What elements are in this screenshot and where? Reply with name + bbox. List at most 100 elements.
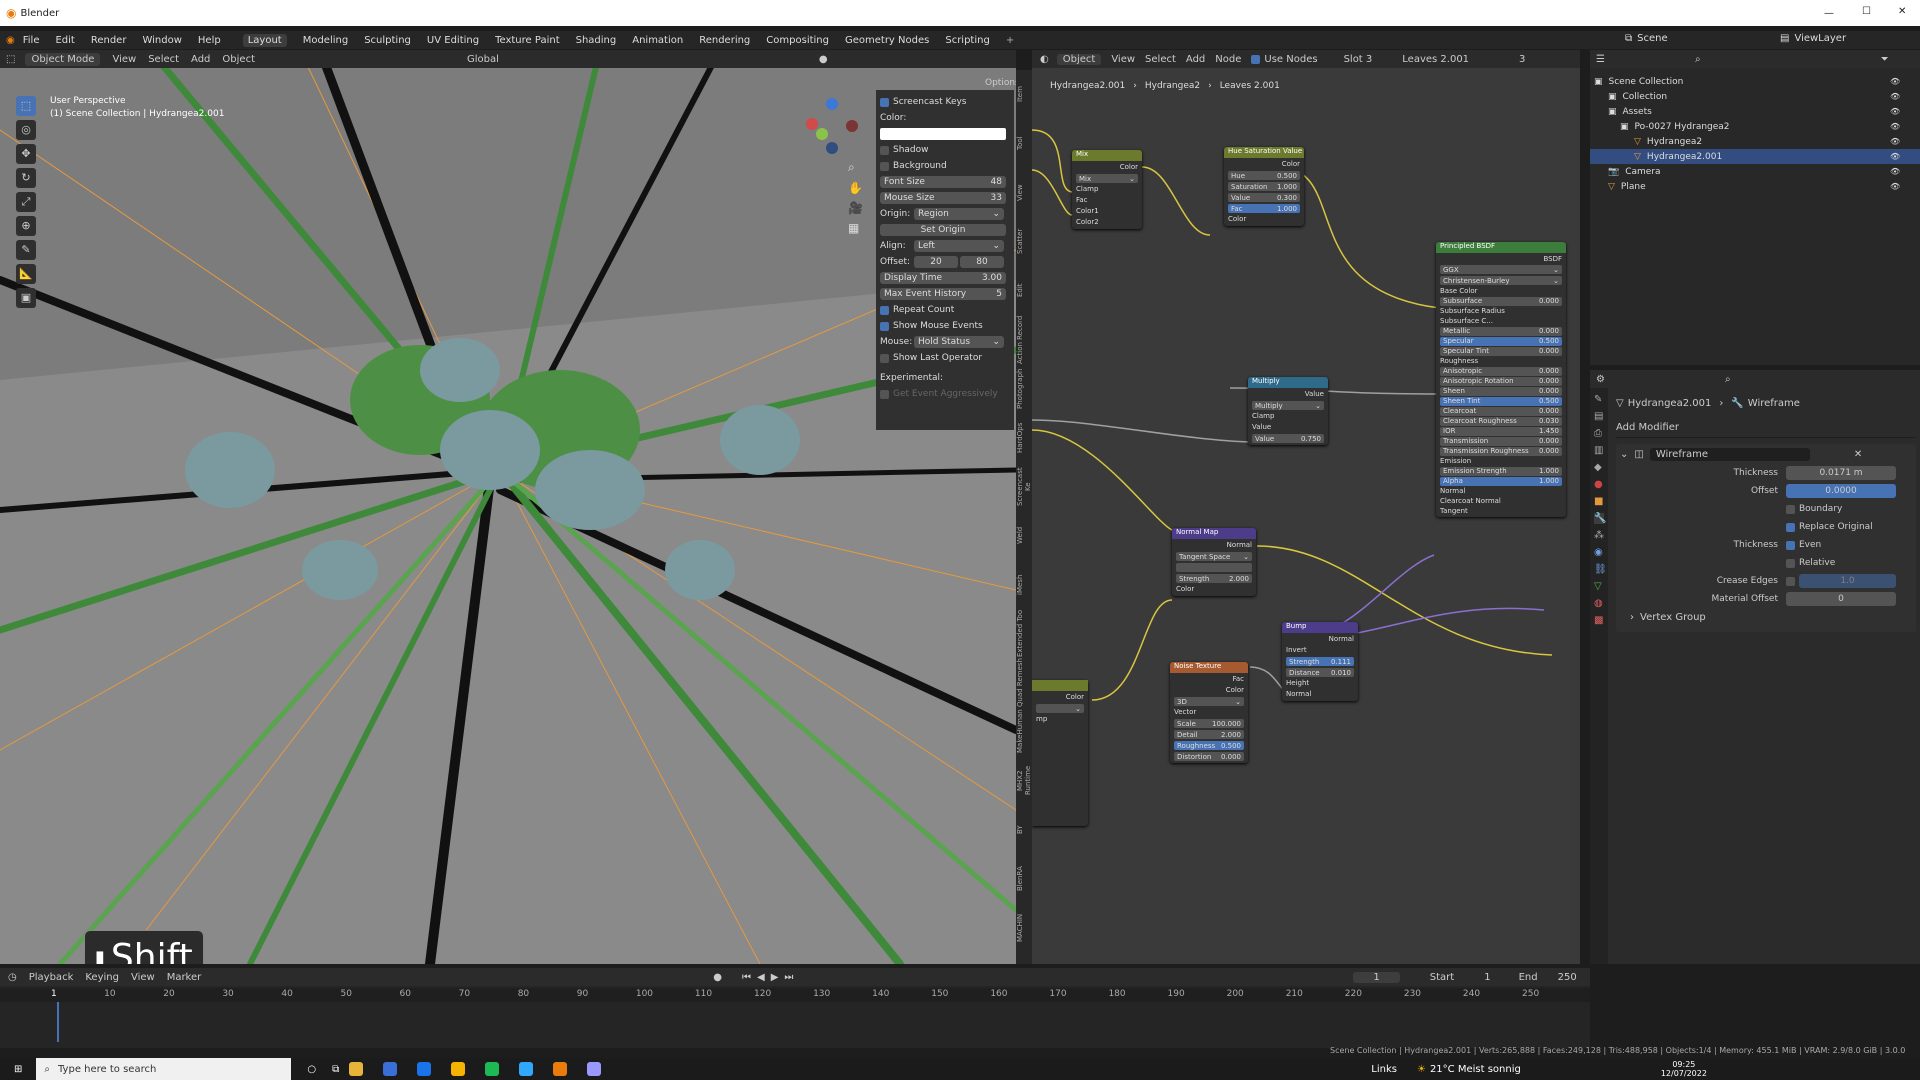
tl-menu-keying[interactable]: Keying <box>85 972 119 983</box>
noise-texture-node[interactable]: Noise Texture Fac Color 3D ⌄ Vector Scale… <box>1170 662 1248 763</box>
show-mouse-checkbox[interactable] <box>880 321 889 331</box>
workspace-tab[interactable]: Texture Paint <box>495 35 560 46</box>
hsv-saturation-field[interactable]: Saturation 1.000 <box>1228 182 1300 191</box>
taskbar-search[interactable]: ⌕ Type here to search <box>36 1058 292 1080</box>
replace-original-checkbox[interactable] <box>1786 522 1795 532</box>
workspace-tab[interactable]: Rendering <box>699 35 750 46</box>
noise-distortion-field[interactable]: Distortion 0.000 <box>1174 752 1244 761</box>
tool-tab-icon[interactable]: ✎ <box>1594 394 1604 405</box>
screencast-header[interactable]: Screencast Keys <box>880 94 1010 110</box>
thickness-field[interactable]: 0.0171 m <box>1786 466 1896 480</box>
bsdf-input-row[interactable]: IOR 1.450 <box>1440 427 1562 436</box>
camera-view-icon[interactable]: 🎥 <box>848 201 863 215</box>
outliner-item[interactable]: ▣ Scene Collection 👁 <box>1590 74 1920 89</box>
bsdf-input-row[interactable]: Metallic 0.000 <box>1440 327 1562 336</box>
outliner-filter-icon[interactable]: ⏷ <box>1881 54 1889 65</box>
task-view-icon[interactable]: ⧉ <box>332 1064 339 1075</box>
particles-tab-icon[interactable]: ⁂ <box>1594 530 1604 541</box>
collapse-icon[interactable]: ⌄ <box>1620 449 1628 460</box>
output-tab-icon[interactable]: ⎙ <box>1594 428 1604 439</box>
sidebar-tab[interactable]: BY <box>1016 805 1032 854</box>
options-menu[interactable]: Options <box>985 78 1020 88</box>
mode-select[interactable]: Object Mode <box>25 52 101 66</box>
align-select[interactable]: Left ⌄ <box>914 240 1004 252</box>
material-offset-field[interactable]: 0 <box>1786 592 1896 606</box>
rotate-tool[interactable]: ↻ <box>16 168 36 188</box>
sidebar-tab[interactable]: MakeHuman <box>1016 707 1032 756</box>
menu-help[interactable]: Help <box>198 35 221 46</box>
pan-hand-icon[interactable]: ✋ <box>848 181 863 195</box>
mouse-size-field[interactable]: Mouse Size 33 <box>880 192 1006 204</box>
bsdf-input-row[interactable]: Clearcoat Roughness 0.030 <box>1440 417 1562 426</box>
visibility-eye-icon[interactable]: 👁 <box>1890 107 1900 116</box>
auto-key-icon[interactable]: ● <box>713 972 722 983</box>
sidebar-tab[interactable]: Item <box>1016 70 1032 119</box>
bsdf-distribution-select[interactable]: GGX ⌄ <box>1440 265 1562 274</box>
chrome-icon[interactable] <box>451 1062 466 1076</box>
normalmap-space-select[interactable]: Tangent Space ⌄ <box>1176 552 1252 561</box>
workspace-tab[interactable]: Compositing <box>766 35 829 46</box>
background-checkbox[interactable] <box>880 161 889 171</box>
bsdf-input-row[interactable]: Specular Tint 0.000 <box>1440 347 1562 356</box>
play-icon[interactable]: ▶ <box>771 972 779 983</box>
sidebar-tab[interactable]: Action Record <box>1016 315 1032 364</box>
bsdf-input-row[interactable]: Sheen Tint 0.500 <box>1440 397 1562 406</box>
workspace-tab[interactable]: Scripting <box>945 35 989 46</box>
modifier-tab-icon[interactable]: 🔧 <box>1594 513 1606 524</box>
sidebar-tab[interactable]: MACHIN <box>1016 903 1032 952</box>
mix-node[interactable]: Mix Color Mix ⌄ Clamp Fac Color1 Color2 <box>1072 150 1142 229</box>
sidebar-tab[interactable]: Screencast Ke <box>1016 462 1032 511</box>
scene-selector[interactable]: ⧉ Scene <box>1625 33 1684 44</box>
multiply-node[interactable]: Multiply Value Multiply ⌄ Clamp Value Val… <box>1248 377 1328 445</box>
bsdf-input-row[interactable]: Transmission Roughness 0.000 <box>1440 447 1562 456</box>
measure-tool[interactable]: 📐 <box>16 264 36 284</box>
transform-orientation[interactable]: Global <box>467 54 499 65</box>
screencast-enable-checkbox[interactable] <box>880 97 889 107</box>
explorer-icon[interactable] <box>349 1062 364 1076</box>
crease-edges-checkbox[interactable] <box>1786 576 1795 586</box>
calculator-icon[interactable] <box>417 1062 432 1076</box>
add-workspace-icon[interactable]: + <box>1006 35 1014 46</box>
hsv-fac-field[interactable]: Fac 1.000 <box>1228 204 1300 213</box>
get-event-checkbox[interactable] <box>880 389 889 399</box>
shadow-checkbox[interactable] <box>880 145 889 155</box>
add-modifier-button[interactable]: Add Modifier <box>1616 418 1916 438</box>
texture-tab-icon[interactable]: ▩ <box>1594 615 1604 626</box>
scale-tool[interactable]: ⤢ <box>16 192 36 212</box>
tl-menu-marker[interactable]: Marker <box>167 972 202 983</box>
sidebar-tab[interactable]: Photograph <box>1016 364 1032 413</box>
transform-tool[interactable]: ⊕ <box>16 216 36 236</box>
noise-scale-field[interactable]: Scale 100.000 <box>1174 719 1244 728</box>
bsdf-input-row[interactable]: Transmission 0.000 <box>1440 437 1562 446</box>
zoom-icon[interactable]: ⌕ <box>848 160 863 175</box>
boundary-checkbox[interactable] <box>1786 504 1795 514</box>
vp-menu-add[interactable]: Add <box>191 54 210 65</box>
menu-file[interactable]: File <box>23 35 40 46</box>
sidebar-tab[interactable]: Quad Remesh <box>1016 658 1032 707</box>
visibility-eye-icon[interactable]: 👁 <box>1890 152 1900 161</box>
show-last-checkbox[interactable] <box>880 353 889 363</box>
outliner-item[interactable]: ▽ Hydrangea2 👁 <box>1590 134 1920 149</box>
ortho-grid-icon[interactable]: ▦ <box>848 221 863 235</box>
photoshop-icon[interactable] <box>519 1062 534 1076</box>
bsdf-input-row[interactable]: Specular 0.500 <box>1440 337 1562 346</box>
world-tab-icon[interactable]: ● <box>1594 479 1604 490</box>
material-tab-icon[interactable]: ◍ <box>1594 598 1604 609</box>
visibility-eye-icon[interactable]: 👁 <box>1890 137 1900 146</box>
workspace-tab[interactable]: Sculpting <box>364 35 411 46</box>
repeat-count-checkbox[interactable] <box>880 305 889 315</box>
outliner-item[interactable]: ▣ Assets 👁 <box>1590 104 1920 119</box>
vp-menu-object[interactable]: Object <box>222 54 255 65</box>
menu-window[interactable]: Window <box>142 35 181 46</box>
workspace-tab[interactable]: Animation <box>632 35 683 46</box>
bsdf-sss-select[interactable]: Christensen-Burley ⌄ <box>1440 276 1562 285</box>
menu-render[interactable]: Render <box>91 35 127 46</box>
font-size-field[interactable]: Font Size 48 <box>880 176 1006 188</box>
vp-menu-select[interactable]: Select <box>148 54 179 65</box>
multiply-op-select[interactable]: Multiply ⌄ <box>1252 401 1324 410</box>
mix-mode-select[interactable]: Mix ⌄ <box>1076 174 1138 183</box>
relative-checkbox[interactable] <box>1786 558 1795 568</box>
viewport-3d[interactable]: ⬚ ◎ ✥ ↻ ⤢ ⊕ ✎ 📐 ▣ User Perspective (1) S… <box>0 50 1016 964</box>
sidebar-tab[interactable]: View <box>1016 168 1032 217</box>
shader-node-editor[interactable]: ◐ Object View Select Add Node Use Nodes … <box>1032 50 1580 964</box>
